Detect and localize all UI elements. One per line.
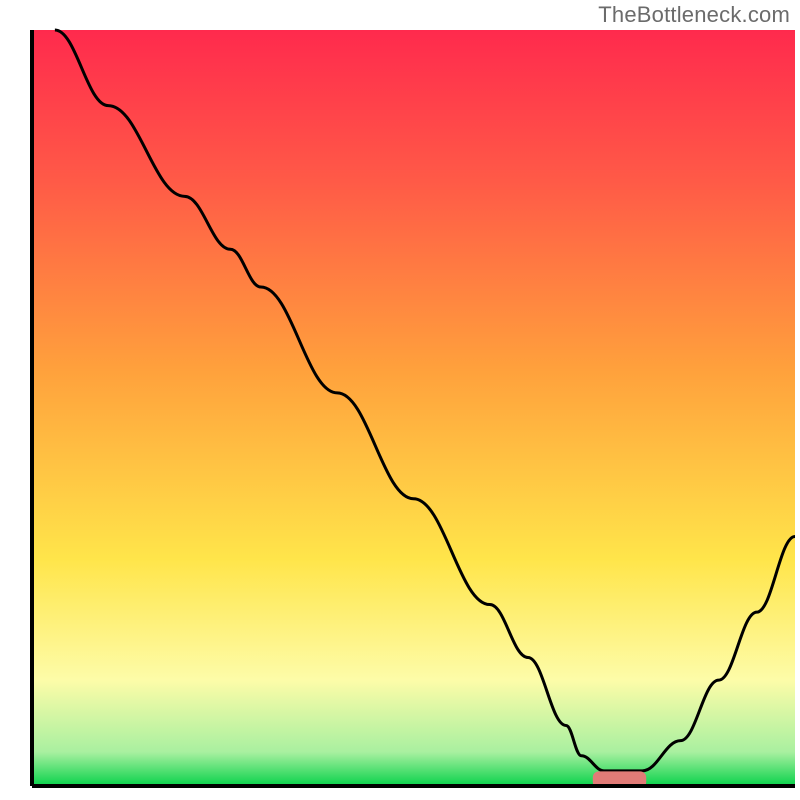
plot-area	[32, 30, 795, 788]
gradient-background	[32, 30, 795, 786]
bottleneck-chart	[0, 0, 800, 800]
chart-frame: TheBottleneck.com	[0, 0, 800, 800]
watermark-text: TheBottleneck.com	[598, 2, 790, 28]
